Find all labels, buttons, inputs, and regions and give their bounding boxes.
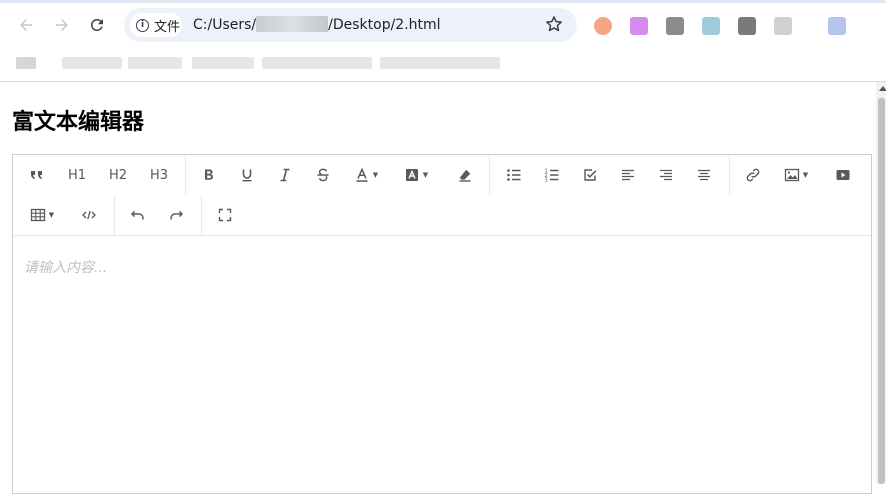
fullscreen-button[interactable] xyxy=(215,201,235,229)
chrome-divider xyxy=(0,81,886,82)
arrow-right-icon xyxy=(56,19,68,31)
todo-list-button[interactable] xyxy=(580,161,600,189)
background-color-button[interactable]: ▼ xyxy=(401,161,431,189)
bookmark-item[interactable] xyxy=(262,57,372,69)
toolbar-divider xyxy=(114,195,115,235)
extension-purple-icon[interactable] xyxy=(630,17,648,35)
font-color-icon xyxy=(356,167,368,182)
redo-icon xyxy=(170,210,184,220)
dropdown-caret-icon: ▼ xyxy=(48,211,55,219)
italic-icon xyxy=(280,168,290,182)
link-icon xyxy=(746,168,760,182)
redacted-username xyxy=(256,16,329,32)
extension-light-icon[interactable] xyxy=(774,17,792,35)
info-icon: i xyxy=(136,18,149,32)
bookmark-item[interactable] xyxy=(380,57,500,69)
bookmark-item[interactable] xyxy=(192,57,254,69)
editor-placeholder: 请输入内容... xyxy=(24,260,108,276)
site-info-chip[interactable]: i 文件 xyxy=(130,13,182,37)
dropdown-caret-icon: ▼ xyxy=(372,171,379,179)
apps-icon[interactable] xyxy=(16,57,36,69)
browser-chrome: i 文件 C:/Users/ /Desktop/2.html xyxy=(0,0,886,82)
heading2-button[interactable]: H2 xyxy=(106,161,130,189)
url-suffix: /Desktop/2.html xyxy=(328,17,441,33)
scrollbar-thumb[interactable] xyxy=(878,98,885,484)
align-right-icon xyxy=(660,169,672,181)
numbered-list-icon: 123 xyxy=(545,169,559,184)
video-icon xyxy=(836,170,850,180)
back-button[interactable] xyxy=(15,14,37,36)
toolbar-divider xyxy=(729,155,730,195)
code-icon xyxy=(82,210,96,220)
strikethrough-button[interactable] xyxy=(313,161,333,189)
url-text[interactable]: C:/Users/ /Desktop/2.html xyxy=(193,16,441,33)
strikethrough-icon xyxy=(317,168,329,182)
undo-button[interactable] xyxy=(128,201,148,229)
toolbar-divider xyxy=(201,195,202,235)
bookmark-item[interactable] xyxy=(128,57,182,69)
undo-icon xyxy=(130,210,144,220)
insert-image-button[interactable]: ▼ xyxy=(781,161,811,189)
tab-strip-edge xyxy=(0,0,886,3)
quote-icon xyxy=(31,171,42,179)
numbered-list-button[interactable]: 123 xyxy=(542,161,562,189)
scroll-up-arrow-icon[interactable] xyxy=(879,86,886,91)
extension-gray-icon[interactable] xyxy=(666,17,684,35)
bookmark-item[interactable] xyxy=(62,57,122,69)
align-center-button[interactable] xyxy=(694,161,714,189)
reload-button[interactable] xyxy=(86,14,108,36)
editor-toolbar: H1 H2 H3 ▼ ▼ 123 ▼ ▼ xyxy=(13,155,871,236)
align-center-icon xyxy=(698,169,710,181)
clear-format-button[interactable] xyxy=(455,161,475,189)
background-color-icon xyxy=(405,169,418,181)
bulleted-list-button[interactable] xyxy=(504,161,524,189)
underline-button[interactable] xyxy=(237,161,257,189)
insert-link-button[interactable] xyxy=(743,161,763,189)
font-color-button[interactable]: ▼ xyxy=(351,161,381,189)
align-right-button[interactable] xyxy=(656,161,676,189)
italic-button[interactable] xyxy=(275,161,295,189)
underline-icon xyxy=(242,169,252,182)
page-title: 富文本编辑器 xyxy=(12,110,145,135)
insert-video-button[interactable] xyxy=(833,161,853,189)
heading3-button[interactable]: H3 xyxy=(147,161,171,189)
url-prefix: C:/Users/ xyxy=(193,17,257,33)
toolbar-divider xyxy=(489,155,490,195)
extension-dark-icon[interactable] xyxy=(738,17,756,35)
address-bar[interactable]: i 文件 C:/Users/ /Desktop/2.html xyxy=(124,8,577,42)
editor-content-area[interactable]: 请输入内容... xyxy=(13,235,871,493)
rich-text-editor: H1 H2 H3 ▼ ▼ 123 ▼ ▼ 请输入内容... xyxy=(12,154,872,494)
image-icon xyxy=(784,168,799,182)
extension-periwinkle-icon[interactable] xyxy=(828,17,846,35)
toolbar-divider xyxy=(185,155,186,195)
blockquote-button[interactable] xyxy=(27,161,47,189)
bookmarks-bar xyxy=(0,52,886,74)
heading1-button[interactable]: H1 xyxy=(65,161,89,189)
site-chip-label: 文件 xyxy=(154,19,181,35)
fullscreen-icon xyxy=(218,208,232,222)
dropdown-caret-icon: ▼ xyxy=(422,171,429,179)
dropdown-caret-icon: ▼ xyxy=(802,171,809,179)
align-left-button[interactable] xyxy=(618,161,638,189)
svg-text:3: 3 xyxy=(545,178,548,184)
eraser-icon xyxy=(459,169,471,182)
code-block-button[interactable] xyxy=(79,201,99,229)
insert-table-button[interactable]: ▼ xyxy=(27,201,57,229)
reload-icon xyxy=(90,18,103,31)
table-icon xyxy=(30,208,45,222)
bulleted-list-icon xyxy=(507,169,521,181)
extension-orange-icon[interactable] xyxy=(594,17,612,35)
checkbox-icon xyxy=(584,169,597,181)
arrow-left-icon xyxy=(20,19,32,31)
bookmark-star-icon[interactable] xyxy=(544,14,564,34)
align-left-icon xyxy=(622,169,634,181)
forward-button[interactable] xyxy=(51,14,73,36)
bold-icon xyxy=(205,169,213,180)
extension-blue-icon[interactable] xyxy=(702,17,720,35)
redo-button[interactable] xyxy=(166,201,186,229)
bold-button[interactable] xyxy=(199,161,219,189)
